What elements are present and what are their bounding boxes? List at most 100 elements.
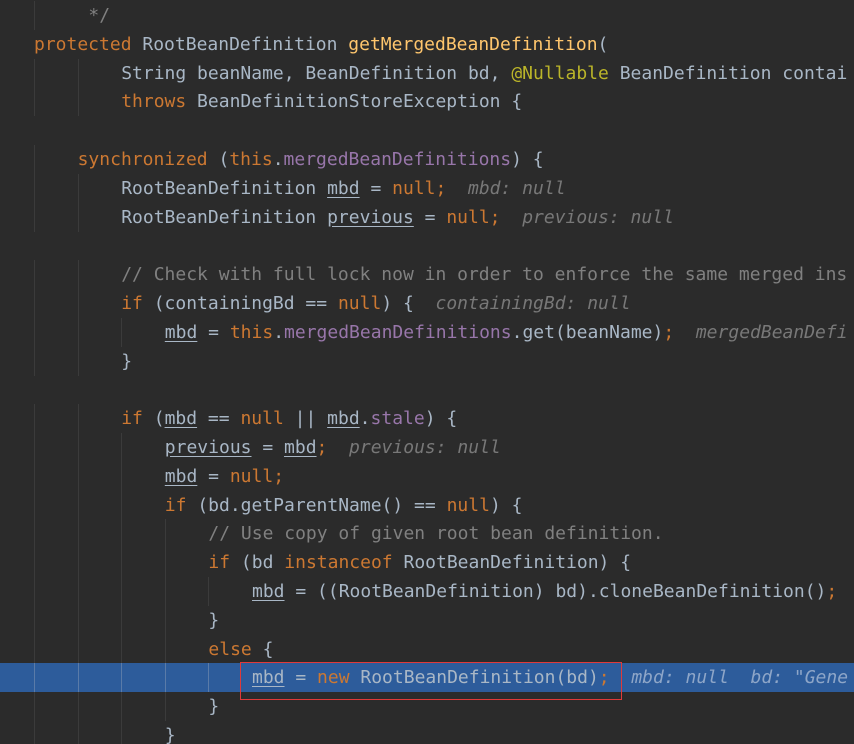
indent-guide [34, 433, 35, 462]
code-line[interactable]: if (bd.getParentName() == null) { [0, 490, 854, 520]
code-token: . [272, 149, 284, 170]
indent-guide [164, 692, 166, 722]
indent-guide [77, 58, 79, 88]
indent-guide [121, 433, 123, 462]
code-token: mbd [164, 321, 198, 343]
indent-guide [121, 317, 123, 347]
code-text: protected RootBeanDefinition getMergedBe… [34, 30, 608, 59]
code-line[interactable] [0, 231, 854, 260]
indent-guide [34, 634, 35, 664]
code-line[interactable]: previous = mbd; previous: null [0, 433, 854, 462]
code-line[interactable]: mbd = this.mergedBeanDefinitions.get(bea… [0, 317, 854, 347]
indent-guide [77, 519, 79, 549]
indent-guide [121, 548, 123, 578]
indent-guide [77, 634, 79, 664]
code-token: ) { [489, 494, 523, 516]
indent-guide [77, 346, 79, 376]
code-token: null [229, 465, 274, 487]
code-token: ( [207, 149, 230, 170]
code-text: if (containingBd == null) { containingBd… [121, 289, 630, 318]
indent-guide [34, 58, 35, 88]
indent-guide [34, 692, 35, 722]
code-token: mbd [327, 408, 360, 430]
indent-guide [34, 577, 35, 606]
inline-debug-value-hint: mergedBeanDefi [674, 321, 848, 343]
code-token: throws [121, 91, 187, 113]
code-line[interactable]: synchronized (this.mergedBeanDefinitions… [0, 145, 854, 174]
code-line[interactable]: RootBeanDefinition previous = null; prev… [0, 202, 854, 232]
code-line[interactable]: String beanName, BeanDefinition bd, @Nul… [0, 58, 854, 88]
code-line[interactable]: // Check with full lock now in order to … [0, 260, 854, 290]
code-line[interactable]: if (mbd == null || mbd.stale) { [0, 404, 854, 434]
code-token: } [121, 350, 133, 372]
code-token: || [283, 408, 328, 430]
code-line[interactable]: mbd = null; [0, 461, 854, 491]
indent-guide [77, 317, 79, 347]
code-token: (containingBd == [142, 293, 338, 314]
code-token: == [197, 408, 241, 430]
code-line[interactable]: protected RootBeanDefinition getMergedBe… [0, 30, 854, 59]
indent-guide [34, 289, 35, 318]
red-highlight-box [240, 662, 622, 700]
code-token: (bd [230, 552, 285, 574]
code-token: previous [164, 437, 252, 458]
indent-guide [77, 202, 79, 232]
code-token: ; [663, 321, 675, 343]
code-line[interactable]: if (containingBd == null) { containingBd… [0, 289, 854, 318]
code-token: ( [597, 33, 609, 55]
code-token: RootBeanDefinition [121, 177, 328, 199]
indent-guide [164, 577, 166, 606]
code-line[interactable] [0, 375, 854, 404]
code-token: null [446, 206, 490, 228]
code-text: if (bd.getParentName() == null) { [165, 491, 523, 520]
code-text: mbd = null; [165, 462, 284, 491]
code-token: (bd.getParentName() == [186, 494, 447, 516]
indent-guide [34, 260, 35, 290]
code-token: . [273, 321, 285, 343]
code-token: ; [826, 581, 838, 602]
code-line[interactable]: else { [0, 634, 854, 664]
code-text: // Check with full lock now in order to … [121, 260, 847, 289]
code-token: ) { [424, 408, 458, 430]
indent-guide [121, 519, 123, 549]
code-text: RootBeanDefinition previous = null; prev… [121, 203, 674, 232]
code-line[interactable]: throws BeanDefinitionStoreException { [0, 87, 854, 117]
code-line[interactable]: if (bd instanceof RootBeanDefinition) { [0, 548, 854, 578]
code-token: String beanName, BeanDefinition bd, [121, 62, 512, 84]
code-token: } [208, 696, 220, 718]
code-token: // Use copy of given root bean definitio… [208, 523, 664, 545]
code-token: } [164, 725, 176, 744]
indent-guide [208, 577, 210, 606]
indent-guide [77, 548, 79, 578]
indent-guide [121, 721, 123, 744]
code-line[interactable] [0, 116, 854, 145]
indent-guide [121, 663, 123, 693]
indent-guide [34, 605, 35, 635]
indent-guide [121, 692, 123, 722]
code-line[interactable]: } [0, 346, 854, 376]
indent-guide [34, 202, 35, 232]
code-line[interactable]: */ [0, 1, 854, 30]
inline-debug-value-hint: mbd: null bd: "Gene [609, 667, 849, 689]
code-token: @Nullable [511, 62, 609, 84]
code-line[interactable]: } [0, 721, 854, 744]
code-token: if [208, 552, 231, 574]
code-token: RootBeanDefinition [121, 206, 328, 228]
indent-guide [34, 145, 35, 174]
code-token: ; [316, 437, 328, 458]
code-token: mbd [284, 437, 317, 458]
code-token: = [197, 465, 230, 487]
code-line[interactable]: // Use copy of given root bean definitio… [0, 519, 854, 549]
code-editor[interactable]: */ protected RootBeanDefinition getMerged… [0, 0, 854, 744]
code-text: synchronized (this.mergedBeanDefinitions… [78, 145, 544, 174]
code-line[interactable]: } [0, 605, 854, 635]
indent-guide [121, 490, 123, 520]
code-token: ) { [511, 149, 544, 170]
code-line[interactable]: mbd = ((RootBeanDefinition) bd).cloneBea… [0, 577, 854, 606]
code-token: // Check with full lock now in order to … [121, 264, 848, 286]
code-token: null [240, 408, 284, 430]
inline-debug-value-hint: previous: null [500, 206, 674, 228]
code-line[interactable]: RootBeanDefinition mbd = null; mbd: null [0, 173, 854, 203]
code-token: previous [327, 206, 414, 228]
code-text: mbd = this.mergedBeanDefinitions.get(bea… [165, 318, 848, 347]
